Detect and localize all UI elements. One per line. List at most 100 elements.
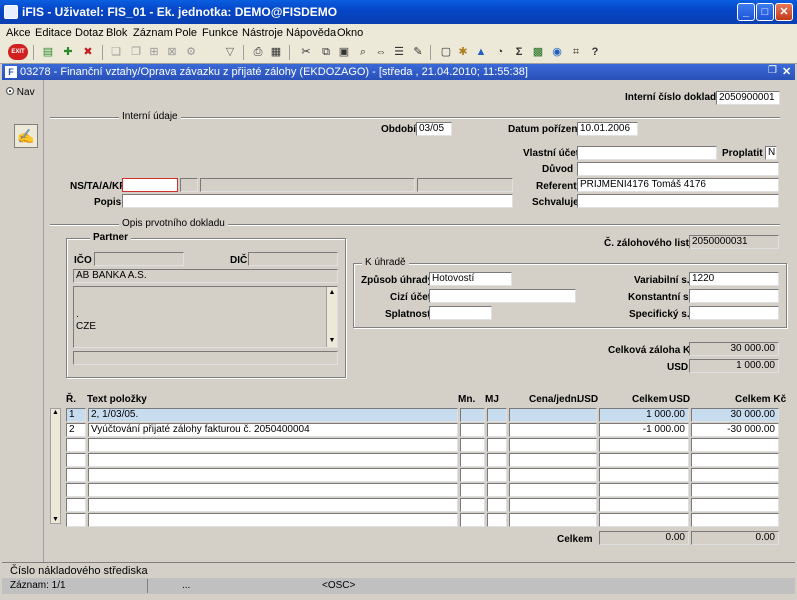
sum-icon[interactable]: Σ <box>511 44 527 60</box>
row-3-mj[interactable] <box>487 438 507 452</box>
preview-icon[interactable]: ▦ <box>268 44 284 60</box>
row-8-mn[interactable] <box>460 513 485 527</box>
close-form-icon[interactable]: ✕ <box>782 65 791 78</box>
method-field[interactable]: Hotovostí <box>429 272 512 286</box>
menu-nastroje[interactable]: Nástroje <box>242 27 283 39</box>
row-6-total[interactable] <box>599 483 689 497</box>
row-8-text[interactable] <box>88 513 458 527</box>
spec-symbol-field[interactable] <box>689 306 779 320</box>
attach-icon[interactable]: ⌗ <box>568 44 584 60</box>
row-1-mn[interactable] <box>460 408 485 422</box>
document-icon[interactable]: ▢ <box>438 44 454 60</box>
reason-field[interactable] <box>577 162 779 176</box>
row-4-text[interactable] <box>88 453 458 467</box>
cancel-query-icon[interactable]: ⊠ <box>164 44 180 60</box>
nsta-ns-field[interactable] <box>122 178 178 192</box>
print-icon[interactable]: ⎙ <box>250 44 266 60</box>
row-3-total-czk[interactable] <box>691 438 779 452</box>
grid-scrollbar[interactable]: ▲ ▼ <box>50 408 61 524</box>
own-account-field[interactable] <box>577 146 717 160</box>
row-6-mn[interactable] <box>460 483 485 497</box>
sum-total-field[interactable]: 0.00 <box>599 531 689 545</box>
row-6-text[interactable] <box>88 483 458 497</box>
row-5-mn[interactable] <box>460 468 485 482</box>
cut-icon[interactable]: ✂ <box>298 44 314 60</box>
menu-blok[interactable]: Blok <box>106 27 127 39</box>
exit-button[interactable]: EXIT <box>8 44 28 60</box>
copy-icon[interactable]: ⧉ <box>318 44 334 60</box>
row-2-r[interactable]: 2 <box>66 423 86 437</box>
sum-total-czk-field[interactable]: 0.00 <box>691 531 779 545</box>
execute-query-icon[interactable]: ❐ <box>128 44 144 60</box>
tools-icon[interactable]: ✱ <box>455 44 471 60</box>
excel-icon[interactable]: ▩ <box>530 44 546 60</box>
filter-icon[interactable]: ▽ <box>222 44 238 60</box>
period-field[interactable]: 03/05 <box>416 122 452 136</box>
row-2-total[interactable]: -1 000.00 <box>599 423 689 437</box>
row-2-unit-price[interactable] <box>509 423 597 437</box>
delete-record-icon[interactable]: ✖ <box>80 44 96 60</box>
row-3-mn[interactable] <box>460 438 485 452</box>
restore-form-icon[interactable]: ❐ <box>768 65 777 76</box>
row-5-text[interactable] <box>88 468 458 482</box>
row-1-text[interactable]: 2, 1/03/05. <box>88 408 458 422</box>
menu-editace[interactable]: Editace <box>35 27 72 39</box>
row-2-mn[interactable] <box>460 423 485 437</box>
duplicate-icon[interactable]: ⇔ <box>373 44 389 60</box>
row-1-r[interactable]: 1 <box>66 408 86 422</box>
nav-radio[interactable]: Nav <box>6 87 35 98</box>
row-6-total-czk[interactable] <box>691 483 779 497</box>
row-6-r[interactable] <box>66 483 86 497</box>
menu-funkce[interactable]: Funkce <box>202 27 238 39</box>
menu-okno[interactable]: Okno <box>337 27 363 39</box>
dic-field[interactable] <box>248 252 338 266</box>
ico-field[interactable] <box>94 252 184 266</box>
foreign-account-field[interactable] <box>429 289 576 303</box>
row-8-total[interactable] <box>599 513 689 527</box>
row-3-r[interactable] <box>66 438 86 452</box>
menu-zaznam[interactable]: Záznam <box>133 27 173 39</box>
row-3-total[interactable] <box>599 438 689 452</box>
row-1-total-czk[interactable]: 30 000.00 <box>691 408 779 422</box>
row-3-text[interactable] <box>88 438 458 452</box>
row-4-mj[interactable] <box>487 453 507 467</box>
row-4-total-czk[interactable] <box>691 453 779 467</box>
count-query-icon[interactable]: ⊞ <box>146 44 162 60</box>
referent-field[interactable]: PRIJMENI4176 Tomáš 4176 <box>577 178 779 192</box>
maximize-button[interactable]: □ <box>756 3 774 21</box>
advance-total-field[interactable]: 30 000.00 <box>689 342 779 356</box>
row-8-unit-price[interactable] <box>509 513 597 527</box>
menu-pole[interactable]: Pole <box>175 27 197 39</box>
edit-icon[interactable]: ✎ <box>410 44 426 60</box>
row-7-r[interactable] <box>66 498 86 512</box>
row-1-unit-price[interactable] <box>509 408 597 422</box>
save-icon[interactable]: ✚ <box>60 44 76 60</box>
desc-field[interactable] <box>122 194 513 208</box>
nsta-kp-field[interactable] <box>417 178 513 192</box>
row-8-mj[interactable] <box>487 513 507 527</box>
address-scrollbar[interactable]: ▲ ▼ <box>326 287 337 347</box>
partner-address-field[interactable]: . CZE ▲ ▼ <box>73 286 338 348</box>
nsta-a-field[interactable] <box>200 178 415 192</box>
row-7-total-czk[interactable] <box>691 498 779 512</box>
usd-total-field[interactable]: 1 000.00 <box>689 359 779 373</box>
insert-record-icon[interactable]: ▤ <box>40 44 56 60</box>
minimize-button[interactable]: _ <box>737 3 755 21</box>
row-5-total[interactable] <box>599 468 689 482</box>
row-6-mj[interactable] <box>487 483 507 497</box>
row-5-unit-price[interactable] <box>509 468 597 482</box>
row-4-mn[interactable] <box>460 453 485 467</box>
row-7-text[interactable] <box>88 498 458 512</box>
row-5-mj[interactable] <box>487 468 507 482</box>
grid-scroll-up-icon[interactable]: ▲ <box>51 409 60 416</box>
row-7-total[interactable] <box>599 498 689 512</box>
pay-field[interactable]: N <box>765 146 777 160</box>
menu-akce[interactable]: Akce <box>6 27 30 39</box>
menu-napoveda[interactable]: Nápověda <box>286 27 336 39</box>
help-icon[interactable]: ? <box>587 44 603 60</box>
pen-tool-icon[interactable]: ✍ <box>14 124 38 148</box>
query-settings-icon[interactable]: ⚙ <box>183 44 199 60</box>
row-1-total[interactable]: 1 000.00 <box>599 408 689 422</box>
var-symbol-field[interactable]: 1220 <box>689 272 779 286</box>
row-2-mj[interactable] <box>487 423 507 437</box>
